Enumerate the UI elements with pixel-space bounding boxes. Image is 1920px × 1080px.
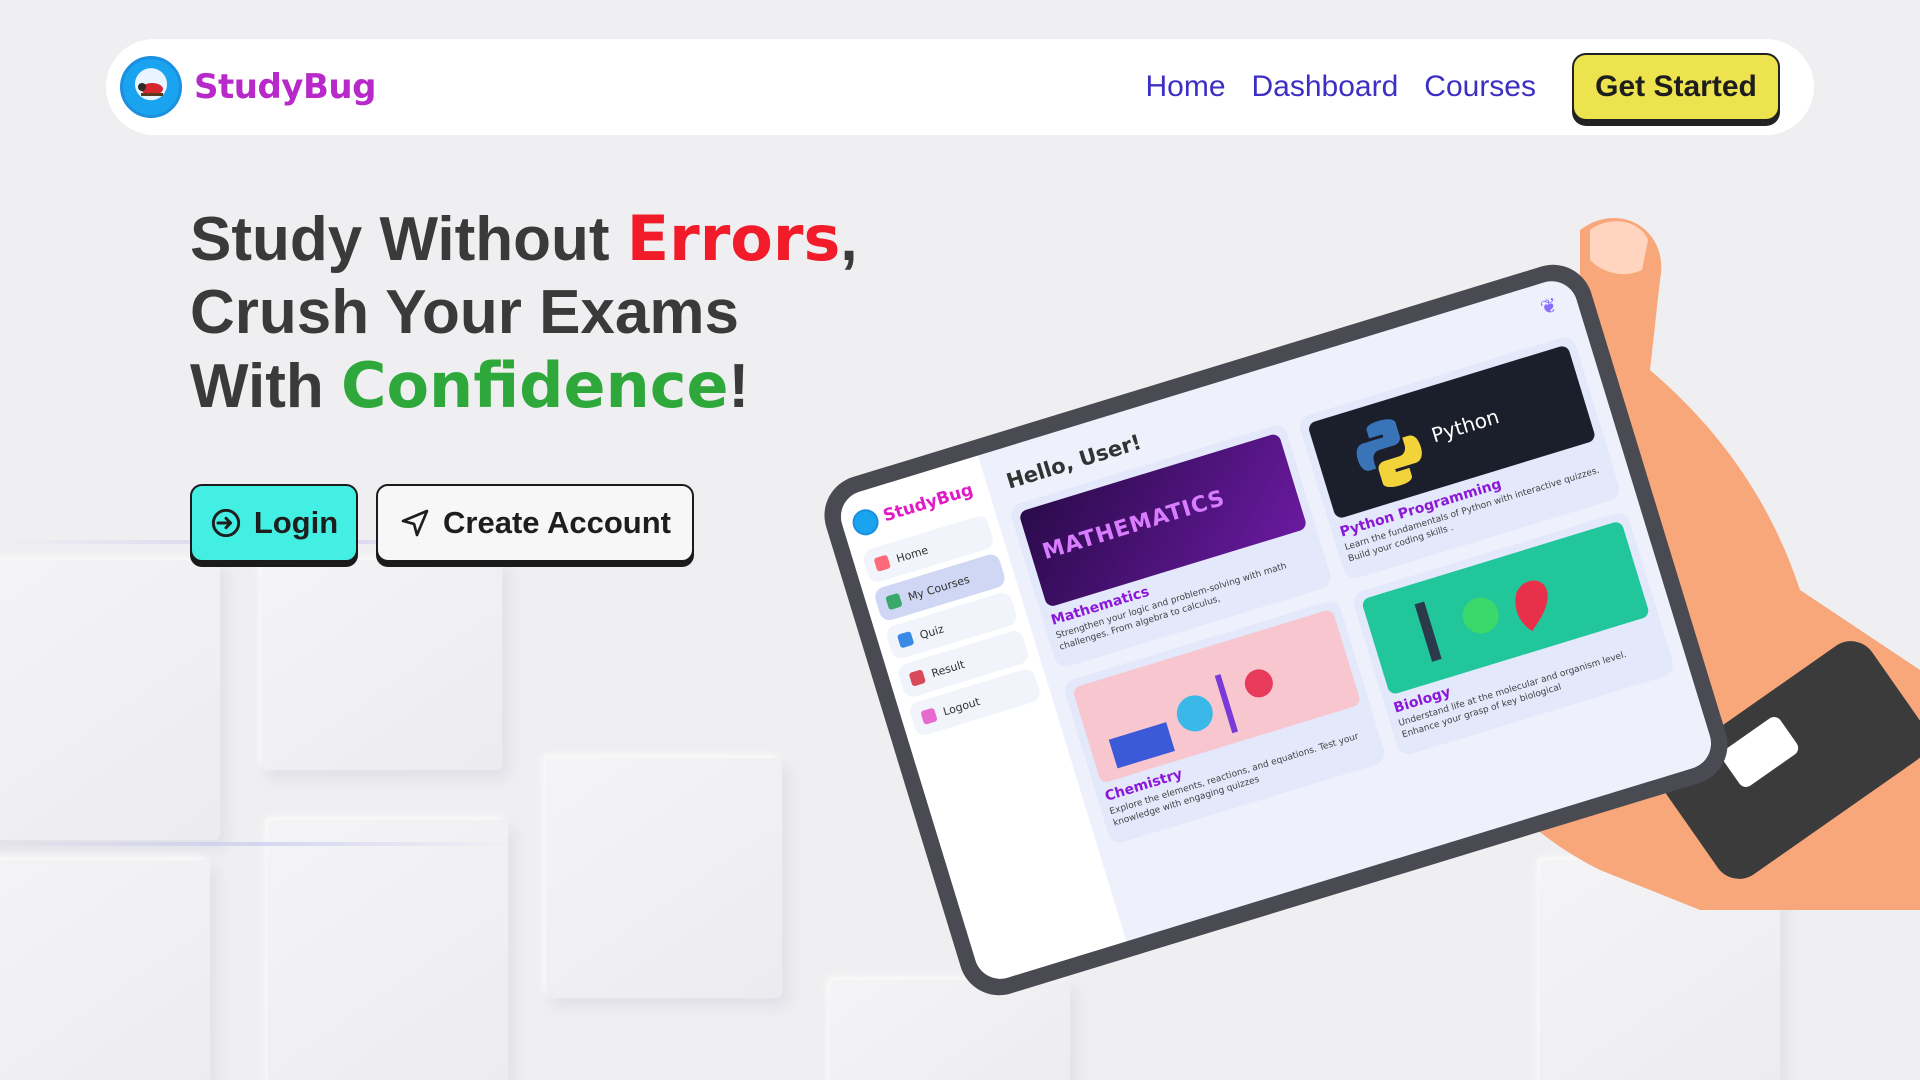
quiz-icon [896,630,915,649]
create-account-label: Create Account [443,505,671,540]
navbar: StudyBug Home Dashboard Courses Get Star… [106,39,1814,135]
send-arrow-icon [401,509,429,537]
hero-text: With [190,352,341,421]
hero-heading: Study Without Errors, Crush Your Exams W… [190,202,858,423]
login-arrow-icon [211,508,240,538]
tablet-nav-label: My Courses [906,572,972,604]
tablet-nav-label: Logout [941,694,982,719]
tablet-brand-name: StudyBug [880,479,976,527]
highlight-errors: Errors [626,202,841,275]
login-button[interactable]: Login [190,484,358,562]
bg-tile [0,560,220,840]
nav-links: Home Dashboard Courses Get Started [1145,53,1780,121]
login-label: Login [253,505,339,540]
bg-tile [546,758,782,998]
home-icon [873,554,892,572]
tablet-nav-label: Result [929,657,967,680]
cta-row: Login Create Account [190,484,694,562]
result-icon [908,669,927,687]
hero-text: ! [728,352,750,421]
nav-link-home[interactable]: Home [1145,70,1225,104]
python-logo-icon [1356,419,1422,488]
books-icon [885,592,903,611]
bug-icon [138,83,163,96]
python-image-text: Python [1428,404,1502,448]
studybug-logo [120,56,182,118]
brand[interactable]: StudyBug [120,56,376,118]
tablet-logo [849,506,882,539]
mathematics-image-text: MATHEMATICS [1039,485,1229,566]
nav-link-courses[interactable]: Courses [1424,70,1536,104]
tablet-nav-label: Home [894,543,930,566]
logout-icon [920,707,938,725]
nav-link-dashboard[interactable]: Dashboard [1252,70,1399,104]
tablet-nav-label: Quiz [918,621,946,642]
tablet-course-grid: MATHEMATICS Mathematics Strengthen your … [1008,334,1677,846]
hero-line-3: With Confidence! [190,349,858,423]
bg-line [0,842,520,846]
bg-tile [830,980,1070,1080]
bg-tile [268,820,508,1080]
get-started-button[interactable]: Get Started [1572,53,1780,121]
bg-tile [262,560,502,770]
brand-name: StudyBug [194,67,376,107]
hero-line-2: Crush Your Exams [190,278,740,347]
hero-line-1: Study Without Errors, [190,202,858,276]
create-account-button[interactable]: Create Account [376,484,694,562]
bg-tile [0,860,210,1080]
hero-text: Study Without [190,205,627,274]
tablet-illustration: StudyBug Home My Courses Quiz Result Log… [814,170,1920,1006]
highlight-confidence: Confidence [340,349,729,422]
